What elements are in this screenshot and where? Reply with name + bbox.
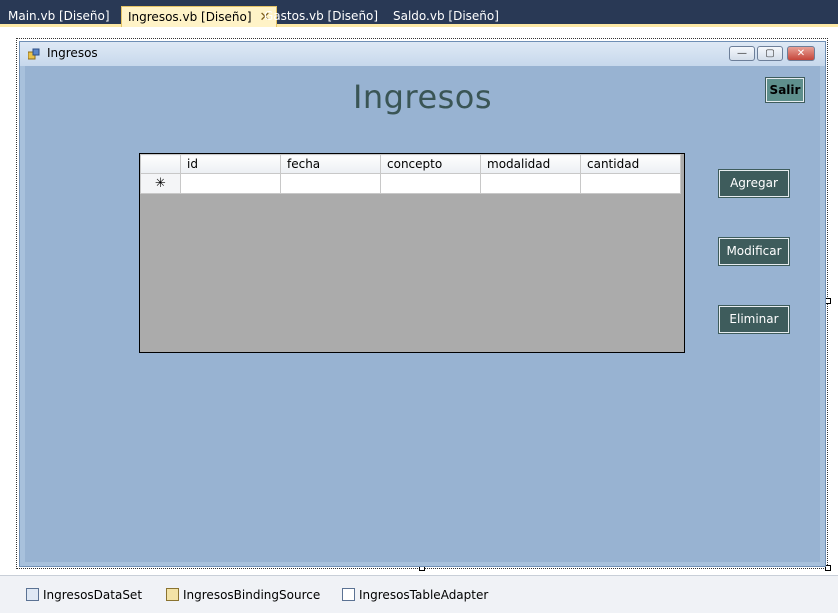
salir-button[interactable]: Salir <box>765 77 805 103</box>
grid-cell-fecha[interactable] <box>280 173 381 194</box>
grid-cell-concepto[interactable] <box>380 173 481 194</box>
close-icon[interactable]: ✕ <box>787 46 815 61</box>
binding-source-icon <box>166 588 179 601</box>
tab-ingresos-label: Ingresos.vb [Diseño] <box>128 10 252 24</box>
form-client-area: Ingresos Salir id fecha concepto modalid… <box>25 66 820 562</box>
document-tab-strip: Main.vb [Diseño] Ingresos.vb [Diseño] ✕ G… <box>0 0 838 27</box>
tray-item-table-adapter[interactable]: IngresosTableAdapter <box>342 588 488 602</box>
designer-surface: Ingresos — ▢ ✕ Ingresos Salir id fecha c… <box>0 27 838 575</box>
tab-gastos[interactable]: Gastos.vb [Diseño] <box>258 6 384 27</box>
tab-ingresos[interactable]: Ingresos.vb [Diseño] ✕ <box>121 6 278 27</box>
grid-cell-id[interactable] <box>180 173 281 194</box>
grid-cell-cantidad[interactable] <box>580 173 681 194</box>
tray-item-binding-source[interactable]: IngresosBindingSource <box>166 588 320 602</box>
grid-new-row[interactable]: ✳ <box>140 173 681 194</box>
data-grid[interactable]: id fecha concepto modalidad cantidad ✳ <box>139 153 685 353</box>
tray-item-label: IngresosTableAdapter <box>359 588 489 602</box>
tray-item-label: IngresosBindingSource <box>183 588 321 602</box>
eliminar-button[interactable]: Eliminar <box>718 305 790 334</box>
form-title: Ingresos <box>47 46 98 60</box>
column-header-fecha[interactable]: fecha <box>280 154 381 174</box>
tab-main[interactable]: Main.vb [Diseño] <box>2 6 116 27</box>
grid-corner-header[interactable] <box>140 154 181 174</box>
tray-item-dataset[interactable]: IngresosDataSet <box>26 588 142 602</box>
column-header-concepto[interactable]: concepto <box>380 154 481 174</box>
column-header-modalidad[interactable]: modalidad <box>480 154 581 174</box>
component-tray: IngresosDataSet IngresosBindingSource In… <box>0 575 838 613</box>
minimize-icon[interactable]: — <box>729 46 755 61</box>
maximize-icon[interactable]: ▢ <box>757 46 783 61</box>
table-adapter-icon <box>342 588 355 601</box>
tray-item-label: IngresosDataSet <box>43 588 143 602</box>
grid-header-row: id fecha concepto modalidad cantidad <box>140 154 681 174</box>
modificar-button[interactable]: Modificar <box>718 237 790 266</box>
form-window[interactable]: Ingresos — ▢ ✕ Ingresos Salir id fecha c… <box>19 41 826 567</box>
column-header-id[interactable]: id <box>180 154 281 174</box>
agregar-button[interactable]: Agregar <box>718 169 790 198</box>
page-title: Ingresos <box>352 78 493 116</box>
column-header-cantidad[interactable]: cantidad <box>580 154 681 174</box>
form-app-icon <box>28 48 40 60</box>
dataset-icon <box>26 588 39 601</box>
tab-saldo[interactable]: Saldo.vb [Diseño] <box>387 6 505 27</box>
new-row-icon: ✳ <box>140 173 181 194</box>
form-titlebar: Ingresos — ▢ ✕ <box>20 42 825 66</box>
grid-cell-modalidad[interactable] <box>480 173 581 194</box>
